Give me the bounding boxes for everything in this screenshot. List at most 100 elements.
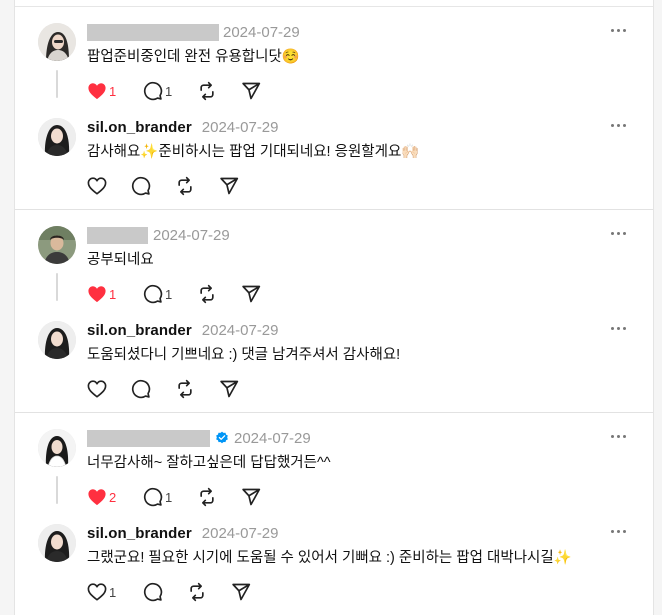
comment-text: 팝업준비중인데 완전 유용합니닷☺️ bbox=[87, 49, 300, 65]
more-options-icon[interactable] bbox=[611, 231, 627, 237]
action-bar bbox=[87, 174, 263, 198]
thread-connector bbox=[56, 70, 58, 98]
masked-username[interactable] bbox=[87, 226, 148, 244]
avatar[interactable] bbox=[38, 23, 76, 61]
reply-header: sil.on_brander 2024-07-29 bbox=[87, 117, 279, 137]
reply-username[interactable]: sil.on_brander bbox=[87, 322, 192, 339]
action-bar: 1 1 bbox=[87, 79, 285, 103]
repost-button[interactable] bbox=[197, 485, 241, 509]
avatar[interactable] bbox=[38, 524, 76, 562]
like-button[interactable] bbox=[87, 377, 131, 401]
like-count: 2 bbox=[109, 489, 117, 505]
comment-button[interactable] bbox=[143, 580, 187, 604]
comment-date: 2024-07-29 bbox=[234, 429, 311, 447]
more-options-icon[interactable] bbox=[611, 123, 627, 129]
repost-icon bbox=[190, 582, 204, 602]
share-icon bbox=[242, 285, 261, 303]
action-bar: 1 bbox=[87, 580, 275, 604]
reply-date: 2024-07-29 bbox=[201, 321, 279, 339]
comment-button[interactable]: 1 bbox=[143, 485, 197, 509]
comment-date: 2024-07-29 bbox=[153, 226, 230, 244]
share-icon bbox=[220, 177, 239, 195]
comment-icon bbox=[143, 582, 163, 602]
reply-post: sil.on_brander 2024-07-29 감사해요✨준비하시는 팝업 … bbox=[15, 103, 653, 198]
comment-button[interactable]: 1 bbox=[143, 79, 197, 103]
share-button[interactable] bbox=[241, 485, 285, 509]
comment-post: 2024-07-29 공부되네요 1 1 bbox=[15, 211, 653, 306]
reply-date: 2024-07-29 bbox=[201, 118, 279, 136]
share-button[interactable] bbox=[219, 174, 263, 198]
like-button[interactable]: 1 bbox=[87, 79, 143, 103]
repost-button[interactable] bbox=[197, 282, 241, 306]
action-bar: 1 1 bbox=[87, 282, 285, 306]
comment-button[interactable] bbox=[131, 377, 175, 401]
reply-date: 2024-07-29 bbox=[201, 524, 279, 542]
like-button[interactable]: 1 bbox=[87, 282, 143, 306]
share-button[interactable] bbox=[231, 580, 275, 604]
comment-icon bbox=[143, 487, 163, 507]
comment-header: 2024-07-29 bbox=[87, 428, 311, 448]
comment-post: 2024-07-29 너무감사해~ 잘하고싶은데 답답했거든^^ 2 1 bbox=[15, 414, 653, 509]
comment-button[interactable] bbox=[131, 174, 175, 198]
thread: 2024-07-29 공부되네요 1 1 sil.on_brander 2024… bbox=[15, 211, 653, 413]
share-button[interactable] bbox=[241, 79, 285, 103]
share-button[interactable] bbox=[219, 377, 263, 401]
like-button[interactable]: 1 bbox=[87, 580, 143, 604]
repost-button[interactable] bbox=[187, 580, 231, 604]
thread-divider bbox=[15, 412, 653, 413]
action-bar bbox=[87, 377, 263, 401]
more-options-icon[interactable] bbox=[611, 28, 627, 34]
thread-connector bbox=[56, 476, 58, 504]
heart-icon bbox=[88, 489, 106, 506]
like-button[interactable] bbox=[87, 174, 131, 198]
reply-post: sil.on_brander 2024-07-29 그랬군요! 필요한 시기에 … bbox=[15, 509, 653, 604]
reply-text: 감사해요✨준비하시는 팝업 기대되네요! 응원할게요🙌🏻 bbox=[87, 144, 420, 160]
comment-text: 공부되네요 bbox=[87, 252, 154, 268]
comment-icon bbox=[131, 379, 151, 399]
verified-badge-icon bbox=[216, 431, 228, 444]
reply-count: 1 bbox=[165, 286, 173, 302]
reply-header: sil.on_brander 2024-07-29 bbox=[87, 523, 279, 543]
heart-icon bbox=[88, 286, 106, 303]
repost-icon bbox=[178, 176, 192, 196]
reply-username[interactable]: sil.on_brander bbox=[87, 119, 192, 136]
reply-text: 도움되셨다니 기쁘네요 :) 댓글 남겨주셔서 감사해요! bbox=[87, 347, 401, 363]
repost-button[interactable] bbox=[197, 79, 241, 103]
reply-count: 1 bbox=[165, 83, 173, 99]
heart-icon bbox=[87, 583, 107, 601]
comment-icon bbox=[143, 284, 163, 304]
thread-connector bbox=[56, 273, 58, 301]
avatar[interactable] bbox=[38, 321, 76, 359]
avatar[interactable] bbox=[38, 118, 76, 156]
repost-icon bbox=[200, 284, 214, 304]
share-icon bbox=[232, 583, 251, 601]
reply-post: sil.on_brander 2024-07-29 도움되셨다니 기쁘네요 :)… bbox=[15, 306, 653, 401]
reply-text: 그랬군요! 필요한 시기에 도움될 수 있어서 기뻐요 :) 준비하는 팝업 대… bbox=[87, 550, 572, 566]
avatar[interactable] bbox=[38, 226, 76, 264]
heart-icon bbox=[88, 83, 106, 100]
repost-icon bbox=[200, 81, 214, 101]
repost-icon bbox=[200, 487, 214, 507]
comment-text: 너무감사해~ 잘하고싶은데 답답했거든^^ bbox=[87, 455, 331, 471]
comment-icon bbox=[143, 81, 163, 101]
share-button[interactable] bbox=[241, 282, 285, 306]
like-button[interactable]: 2 bbox=[87, 485, 143, 509]
heart-icon bbox=[87, 177, 107, 195]
more-options-icon[interactable] bbox=[611, 326, 627, 332]
more-options-icon[interactable] bbox=[611, 434, 627, 440]
repost-button[interactable] bbox=[175, 174, 219, 198]
repost-button[interactable] bbox=[175, 377, 219, 401]
more-options-icon[interactable] bbox=[611, 529, 627, 535]
reply-count: 1 bbox=[165, 489, 173, 505]
share-icon bbox=[242, 488, 261, 506]
avatar[interactable] bbox=[38, 429, 76, 467]
comment-button[interactable]: 1 bbox=[143, 282, 197, 306]
repost-icon bbox=[178, 379, 192, 399]
action-bar: 2 1 bbox=[87, 485, 285, 509]
masked-username[interactable] bbox=[87, 429, 210, 447]
masked-username[interactable] bbox=[87, 23, 219, 41]
reply-username[interactable]: sil.on_brander bbox=[87, 525, 192, 542]
comment-header: 2024-07-29 bbox=[87, 22, 300, 42]
comment-date: 2024-07-29 bbox=[223, 23, 300, 41]
heart-icon bbox=[87, 380, 107, 398]
